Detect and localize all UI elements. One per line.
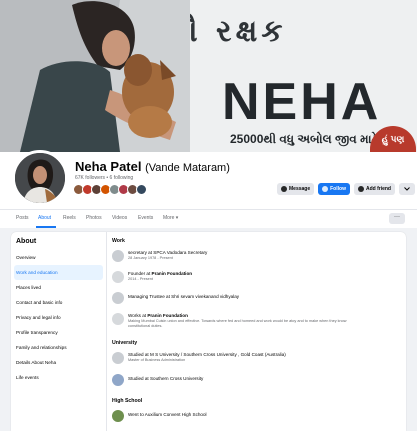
about-divider (106, 232, 107, 431)
work-entry-dates: 2014 - Present (128, 277, 153, 281)
active-tab-indicator (36, 226, 56, 228)
education-entry-title-text: Went to Auxilium Convent High School (128, 412, 207, 417)
tab-overflow-button[interactable]: ··· (389, 213, 405, 224)
cover-tagline: 25000થી વધુ અબોલ જીવ માટે (230, 132, 379, 146)
nav-family-relationships[interactable]: Family and relationships (14, 340, 103, 355)
tab-reels[interactable]: Reels (63, 215, 76, 221)
add-friend-icon (357, 186, 364, 192)
nav-privacy-legal[interactable]: Privacy and legal info (14, 310, 103, 325)
work-entry: Managing Trustee at Shri sevam vivekanan… (112, 290, 402, 310)
briefcase-icon (112, 292, 124, 304)
message-button-label: Message (289, 186, 311, 192)
tab-events[interactable]: Events (138, 215, 153, 221)
work-entry-org[interactable]: Pranin Foundation (147, 313, 188, 318)
add-friend-button[interactable]: Add friend (353, 183, 395, 195)
work-entry-title-text: Managing Trustee at Shri sevam vivekanan… (128, 294, 240, 299)
education-entry-title-text: Studied at M S University / Southern Cro… (128, 352, 286, 357)
education-entry: Went to Auxilium Convent High School (112, 408, 402, 428)
work-section-title: Work (112, 238, 125, 244)
cover-photo[interactable]: ગૌ રક્ષક NEHA 25000થી વધુ અબોલ જીવ માટે … (0, 0, 417, 152)
tab-posts[interactable]: Posts (16, 215, 29, 221)
cover-name-text: NEHA (222, 73, 382, 131)
tab-videos[interactable]: Videos (112, 215, 127, 221)
work-entry-title-text: Works at (128, 313, 148, 318)
work-entry: secretary at SPCA Vadodara Secretary 28 … (112, 248, 402, 268)
add-friend-button-label: Add friend (365, 186, 391, 192)
nav-profile-transparency[interactable]: Profile transparency (14, 325, 103, 340)
highschool-section-title: High School (112, 398, 143, 404)
education-entry-title[interactable]: Went to Auxilium Convent High School (128, 412, 207, 417)
profile-name: Neha Patel (Vande Mataram) (75, 159, 230, 174)
nav-places-lived[interactable]: Places lived (14, 280, 103, 295)
work-entry-org[interactable]: Pranin Foundation (152, 271, 193, 276)
work-entry-title[interactable]: Works at Pranin Foundation (128, 313, 188, 318)
work-entry-description: Making Mumbai Cuisin union and effective… (128, 319, 347, 323)
education-entry-degree: Master of Business Administration (128, 358, 186, 362)
work-entry-title[interactable]: Founder at Pranin Foundation (128, 271, 192, 276)
briefcase-icon (112, 250, 124, 262)
nav-details-about[interactable]: Details About Neha (14, 355, 103, 370)
tab-photos[interactable]: Photos (86, 215, 102, 221)
chevron-down-icon (404, 187, 410, 191)
education-entry: Studied at M S University / Southern Cro… (112, 350, 402, 370)
mutual-friends-avatars[interactable] (73, 184, 147, 195)
avatar-photo-image (15, 153, 65, 203)
education-entry-title-text: Studied at Southern Cross University (128, 376, 204, 381)
nav-work-and-education[interactable]: Work and education (14, 265, 103, 280)
nav-contact-info[interactable]: Contact and basic info (14, 295, 103, 310)
profile-follower-stats[interactable]: 67K followers • 6 following (75, 175, 133, 181)
follow-button[interactable]: Follow (318, 183, 350, 195)
school-logo-icon[interactable] (112, 410, 124, 422)
messenger-icon (281, 186, 287, 192)
education-entry-title[interactable]: Studied at M S University / Southern Cro… (128, 352, 286, 357)
about-title: About (16, 238, 37, 245)
profile-tab-bar: Posts About Reels Photos Videos Events M… (0, 209, 417, 228)
work-entry-title-text: secretary at SPCA Vadodara Secretary (128, 250, 208, 255)
tab-more[interactable]: More ▾ (163, 215, 178, 221)
org-logo-icon[interactable] (112, 271, 124, 283)
more-actions-button[interactable] (398, 183, 415, 195)
work-entry-dates: 28 January 1978 - Present (128, 256, 173, 260)
cover-person-with-dog-image (0, 0, 190, 152)
work-entry-title-text: Founder at (128, 271, 152, 276)
work-entry: Works at Pranin Foundation Making Mumbai… (112, 311, 402, 331)
graduation-cap-icon (112, 352, 124, 364)
about-card: About Overview Work and education Places… (11, 232, 406, 431)
about-side-nav: Overview Work and education Places lived… (11, 250, 106, 385)
message-button[interactable]: Message (277, 183, 315, 195)
profile-alternate-name: (Vande Mataram) (145, 162, 230, 174)
work-entry-title[interactable]: secretary at SPCA Vadodara Secretary (128, 250, 207, 255)
work-entry-title[interactable]: Managing Trustee at Shri sevam vivekanan… (128, 294, 239, 299)
education-entry-title[interactable]: Studied at Southern Cross University (128, 376, 203, 381)
tab-about[interactable]: About (38, 215, 51, 221)
university-section-title: University (112, 340, 138, 346)
follow-button-label: Follow (330, 186, 346, 192)
org-logo-icon[interactable] (112, 313, 124, 325)
profile-actions: Message Follow Add friend (277, 183, 415, 195)
profile-name-text: Neha Patel (75, 159, 142, 174)
friend-avatar[interactable] (136, 184, 147, 195)
nav-overview[interactable]: Overview (14, 250, 103, 265)
work-entry-description-continued: constitutional duties. (128, 324, 163, 328)
work-entry: Founder at Pranin Foundation 2014 - Pres… (112, 269, 402, 289)
nav-life-events[interactable]: Life events (14, 370, 103, 385)
profile-avatar[interactable] (12, 150, 68, 206)
education-entry: Studied at Southern Cross University (112, 372, 402, 392)
university-logo-icon[interactable] (112, 374, 124, 386)
follow-icon (322, 186, 329, 192)
